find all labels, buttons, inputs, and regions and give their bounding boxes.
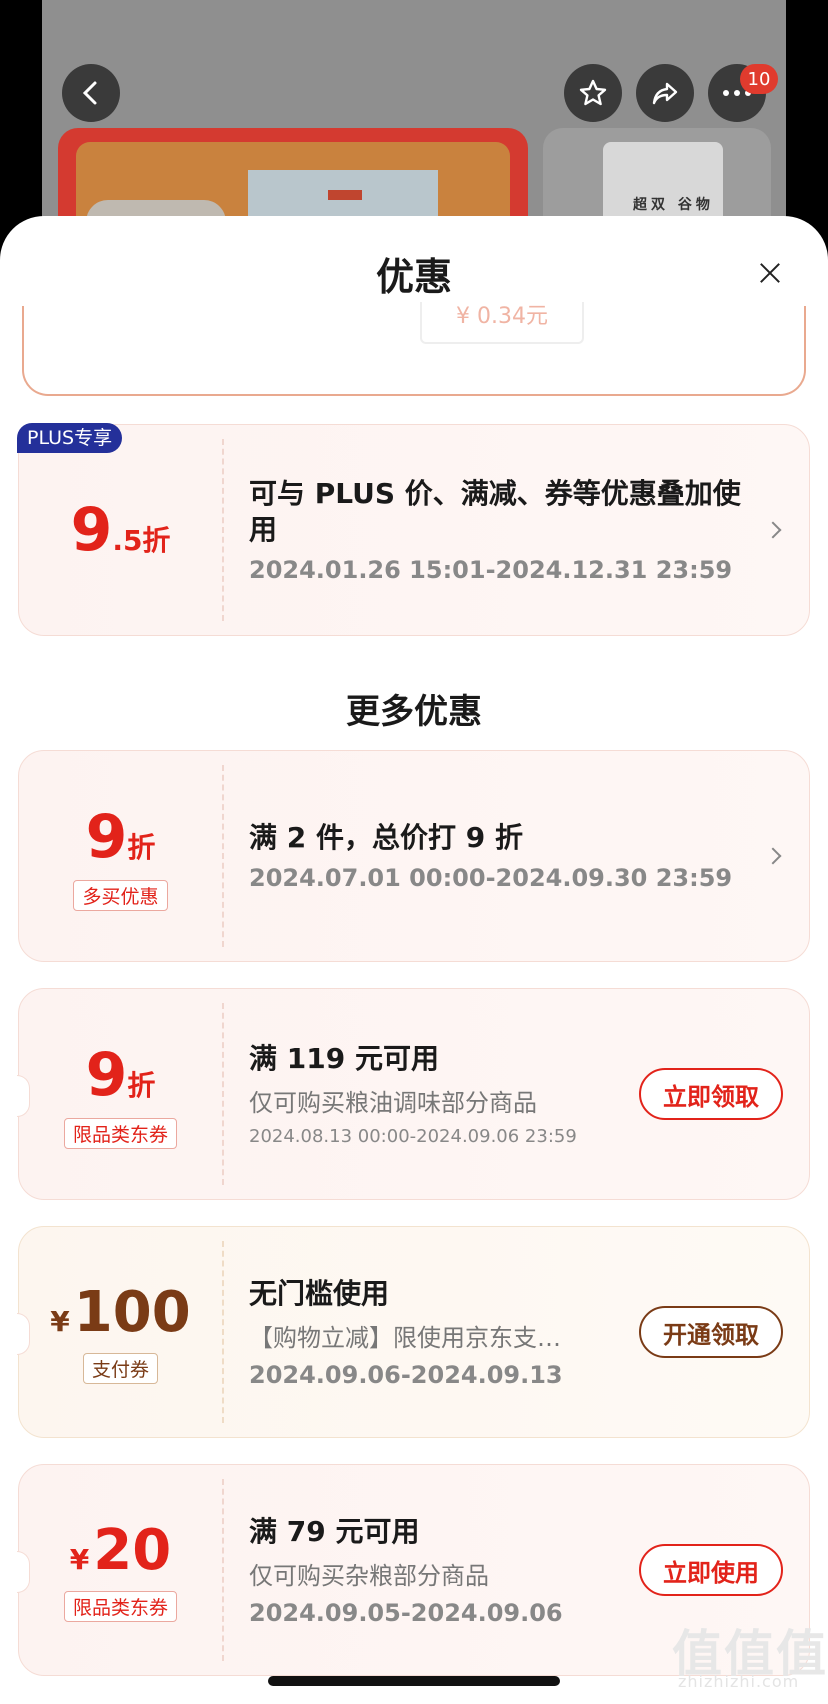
open-claim-button[interactable]: 开通领取 — [639, 1306, 783, 1358]
share-button[interactable] — [636, 64, 694, 122]
coupon-subtitle: 仅可购买粮油调味部分商品 — [249, 1089, 537, 1117]
coupon-card[interactable]: 9折 多买优惠 满 2 件，总价打 9 折 2024.07.01 00:00-2… — [18, 750, 810, 962]
discount-value: 9折 — [85, 1039, 156, 1110]
coupon-title: 满 79 元可用 — [249, 1514, 420, 1548]
price-pill: ¥ 0.34元 — [420, 302, 584, 344]
discount-value: 9折 — [85, 801, 156, 872]
coupon-title: 满 119 元可用 — [249, 1042, 439, 1075]
star-icon — [579, 79, 607, 106]
discount-sheet: 优惠 ¥ 0.34元 PLUS专享 9.5折 可与 PLUS 价、满减、券等优惠… — [0, 216, 828, 1704]
coupon-title: 可与 PLUS 价、满减、券等优惠叠加使用 — [249, 477, 741, 546]
coupon-tag: 限品类东券 — [63, 1117, 177, 1149]
coupon-amount: ¥20 — [69, 1518, 172, 1583]
coupon-card[interactable]: ¥100 支付券 无门槛使用 【购物立减】限使用京东支… 2024.09.06-… — [17, 1226, 810, 1438]
previous-coupon-card: ¥ 0.34元 — [22, 302, 806, 396]
coupon-title: 满 2 件，总价打 9 折 — [249, 821, 523, 854]
section-title-more: 更多优惠 — [346, 692, 482, 732]
chevron-left-icon — [82, 81, 97, 105]
plus-coupon-card[interactable]: PLUS专享 9.5折 可与 PLUS 价、满减、券等优惠叠加使用 2024.0… — [17, 423, 810, 636]
coupon-amount: ¥100 — [50, 1280, 191, 1345]
favorite-button[interactable] — [564, 64, 622, 122]
sheet-title: 优惠 — [375, 255, 452, 299]
chevron-right-icon[interactable] — [764, 847, 782, 865]
watermark-url: zhizhizhi.com — [678, 1672, 800, 1691]
coupon-subtitle: 仅可购买杂粮部分商品 — [249, 1561, 489, 1590]
coupon-date: 2024.09.06-2024.09.13 — [249, 1360, 563, 1389]
pack-label: 超双 谷物 — [633, 197, 714, 213]
coupon-date: 2024.08.13 00:00-2024.09.06 23:59 — [249, 1126, 577, 1147]
coupon-tag: 限品类东券 — [63, 1591, 177, 1622]
share-icon — [652, 82, 678, 105]
chevron-right-icon[interactable] — [764, 521, 782, 539]
coupon-tag: 支付券 — [82, 1353, 158, 1384]
discount-value: 9.5折 — [70, 495, 171, 565]
claim-button[interactable]: 立即领取 — [639, 1068, 783, 1120]
back-button[interactable] — [62, 64, 120, 122]
use-now-button[interactable]: 立即使用 — [639, 1544, 783, 1596]
close-icon[interactable] — [752, 256, 788, 292]
coupon-date: 2024.09.05-2024.09.06 — [249, 1598, 563, 1627]
notification-badge: 10 — [740, 64, 778, 94]
coupon-card[interactable]: 9折 限品类东券 满 119 元可用 仅可购买粮油调味部分商品 2024.08.… — [17, 988, 810, 1200]
coupon-tag: 多买优惠 — [73, 879, 168, 911]
coupon-date: 2024.01.26 15:01-2024.12.31 23:59 — [249, 556, 733, 584]
home-indicator[interactable] — [268, 1676, 560, 1686]
coupon-title: 无门槛使用 — [249, 1276, 390, 1310]
coupon-subtitle: 【购物立减】限使用京东支… — [249, 1323, 561, 1352]
coupon-date: 2024.07.01 00:00-2024.09.30 23:59 — [249, 864, 733, 892]
